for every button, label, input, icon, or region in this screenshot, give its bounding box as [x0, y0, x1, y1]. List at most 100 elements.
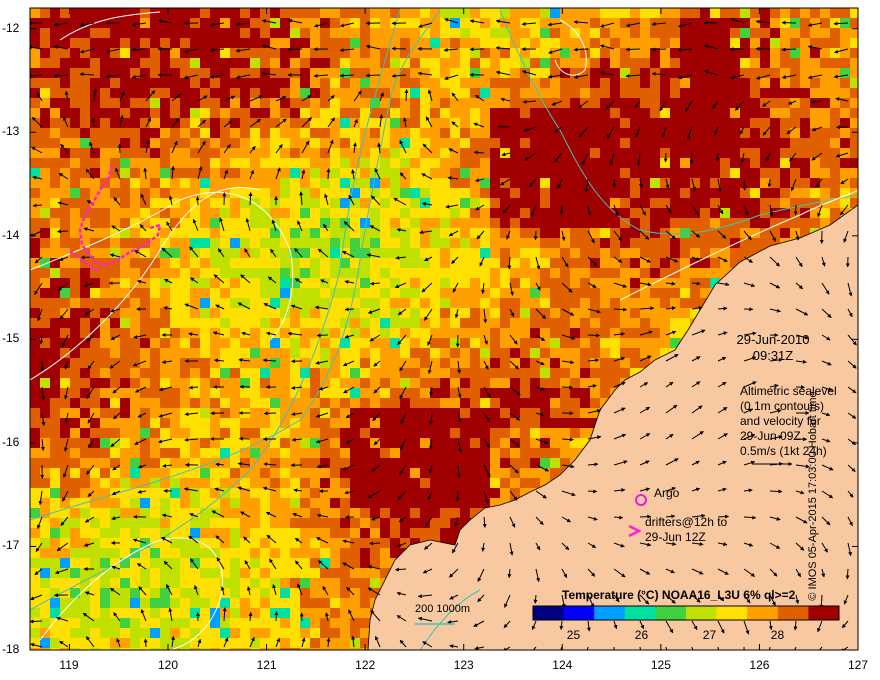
sst-cell: [130, 458, 140, 468]
sst-cell: [480, 468, 490, 478]
sst-cell: [590, 338, 600, 348]
sst-cell: [710, 258, 720, 268]
sst-cell: [580, 318, 590, 328]
sst-cell: [310, 308, 320, 318]
sst-cell: [310, 208, 320, 218]
sst-cell: [600, 378, 610, 388]
sst-cell: [30, 218, 40, 228]
sst-cell: [90, 368, 100, 378]
sst-cell: [750, 88, 760, 98]
sst-cell: [690, 288, 700, 298]
sst-cell: [80, 538, 90, 548]
sst-cell: [260, 468, 270, 478]
sst-cell: [120, 388, 130, 398]
sst-cell: [450, 378, 460, 388]
sst-cell: [580, 88, 590, 98]
sst-cell: [120, 198, 130, 208]
sst-cell: [390, 28, 400, 38]
sst-cell: [630, 68, 640, 78]
sst-cell: [220, 38, 230, 48]
sst-cell: [730, 248, 740, 258]
sst-cell: [640, 188, 650, 198]
sst-cell: [50, 118, 60, 128]
sst-cell: [40, 578, 50, 588]
sst-cell: [70, 398, 80, 408]
sst-cell: [270, 108, 280, 118]
sst-cell: [40, 218, 50, 228]
sst-cell: [570, 388, 580, 398]
sst-cell: [830, 28, 840, 38]
sst-cell: [230, 118, 240, 128]
sst-cell: [460, 498, 470, 508]
sst-cell: [310, 488, 320, 498]
sst-cell: [680, 88, 690, 98]
sst-cell: [40, 268, 50, 278]
sst-cell: [630, 58, 640, 68]
sst-cell: [430, 378, 440, 388]
sst-cell: [510, 348, 520, 358]
sst-cell: [130, 178, 140, 188]
sst-cell: [500, 188, 510, 198]
sst-cell: [700, 168, 710, 178]
sst-cell: [230, 508, 240, 518]
sst-cell: [90, 178, 100, 188]
sst-cell: [550, 8, 560, 18]
sst-cell: [620, 348, 630, 358]
sst-cell: [510, 238, 520, 248]
sst-cell: [70, 508, 80, 518]
sst-cell: [450, 268, 460, 278]
sst-cell: [570, 288, 580, 298]
sst-cell: [150, 608, 160, 618]
sst-cell: [550, 168, 560, 178]
sst-cell: [280, 548, 290, 558]
sst-cell: [690, 268, 700, 278]
sst-cell: [770, 118, 780, 128]
sst-cell: [730, 28, 740, 38]
sst-cell: [510, 98, 520, 108]
sst-cell: [810, 108, 820, 118]
sst-cell: [130, 18, 140, 28]
sst-cell: [260, 388, 270, 398]
sst-cell: [180, 318, 190, 328]
sst-cell: [300, 458, 310, 468]
sst-cell: [280, 498, 290, 508]
sst-cell: [370, 528, 380, 538]
sst-cell: [410, 338, 420, 348]
sst-cell: [730, 128, 740, 138]
sst-cell: [110, 498, 120, 508]
sst-cell: [320, 228, 330, 238]
sst-cell: [340, 518, 350, 528]
sst-cell: [610, 218, 620, 228]
sst-cell: [330, 328, 340, 338]
sst-cell: [60, 318, 70, 328]
sst-cell: [160, 248, 170, 258]
sst-cell: [90, 358, 100, 368]
sst-cell: [430, 258, 440, 268]
sst-cell: [400, 208, 410, 218]
sst-cell: [100, 598, 110, 608]
sst-cell: [240, 228, 250, 238]
sst-cell: [520, 318, 530, 328]
sst-cell: [380, 248, 390, 258]
sst-cell: [400, 398, 410, 408]
sst-cell: [470, 408, 480, 418]
sst-cell: [100, 8, 110, 18]
sst-cell: [370, 58, 380, 68]
sst-cell: [190, 158, 200, 168]
sst-cell: [570, 58, 580, 68]
sst-cell: [720, 78, 730, 88]
sst-cell: [40, 248, 50, 258]
sst-cell: [600, 158, 610, 168]
sst-cell: [500, 288, 510, 298]
sst-cell: [30, 88, 40, 98]
sst-cell: [210, 38, 220, 48]
sst-cell: [130, 498, 140, 508]
sst-cell: [70, 148, 80, 158]
sst-cell: [310, 298, 320, 308]
sst-cell: [200, 8, 210, 18]
sst-cell: [840, 78, 850, 88]
sst-cell: [510, 8, 520, 18]
sst-cell: [720, 88, 730, 98]
sst-cell: [190, 378, 200, 388]
sst-cell: [170, 598, 180, 608]
